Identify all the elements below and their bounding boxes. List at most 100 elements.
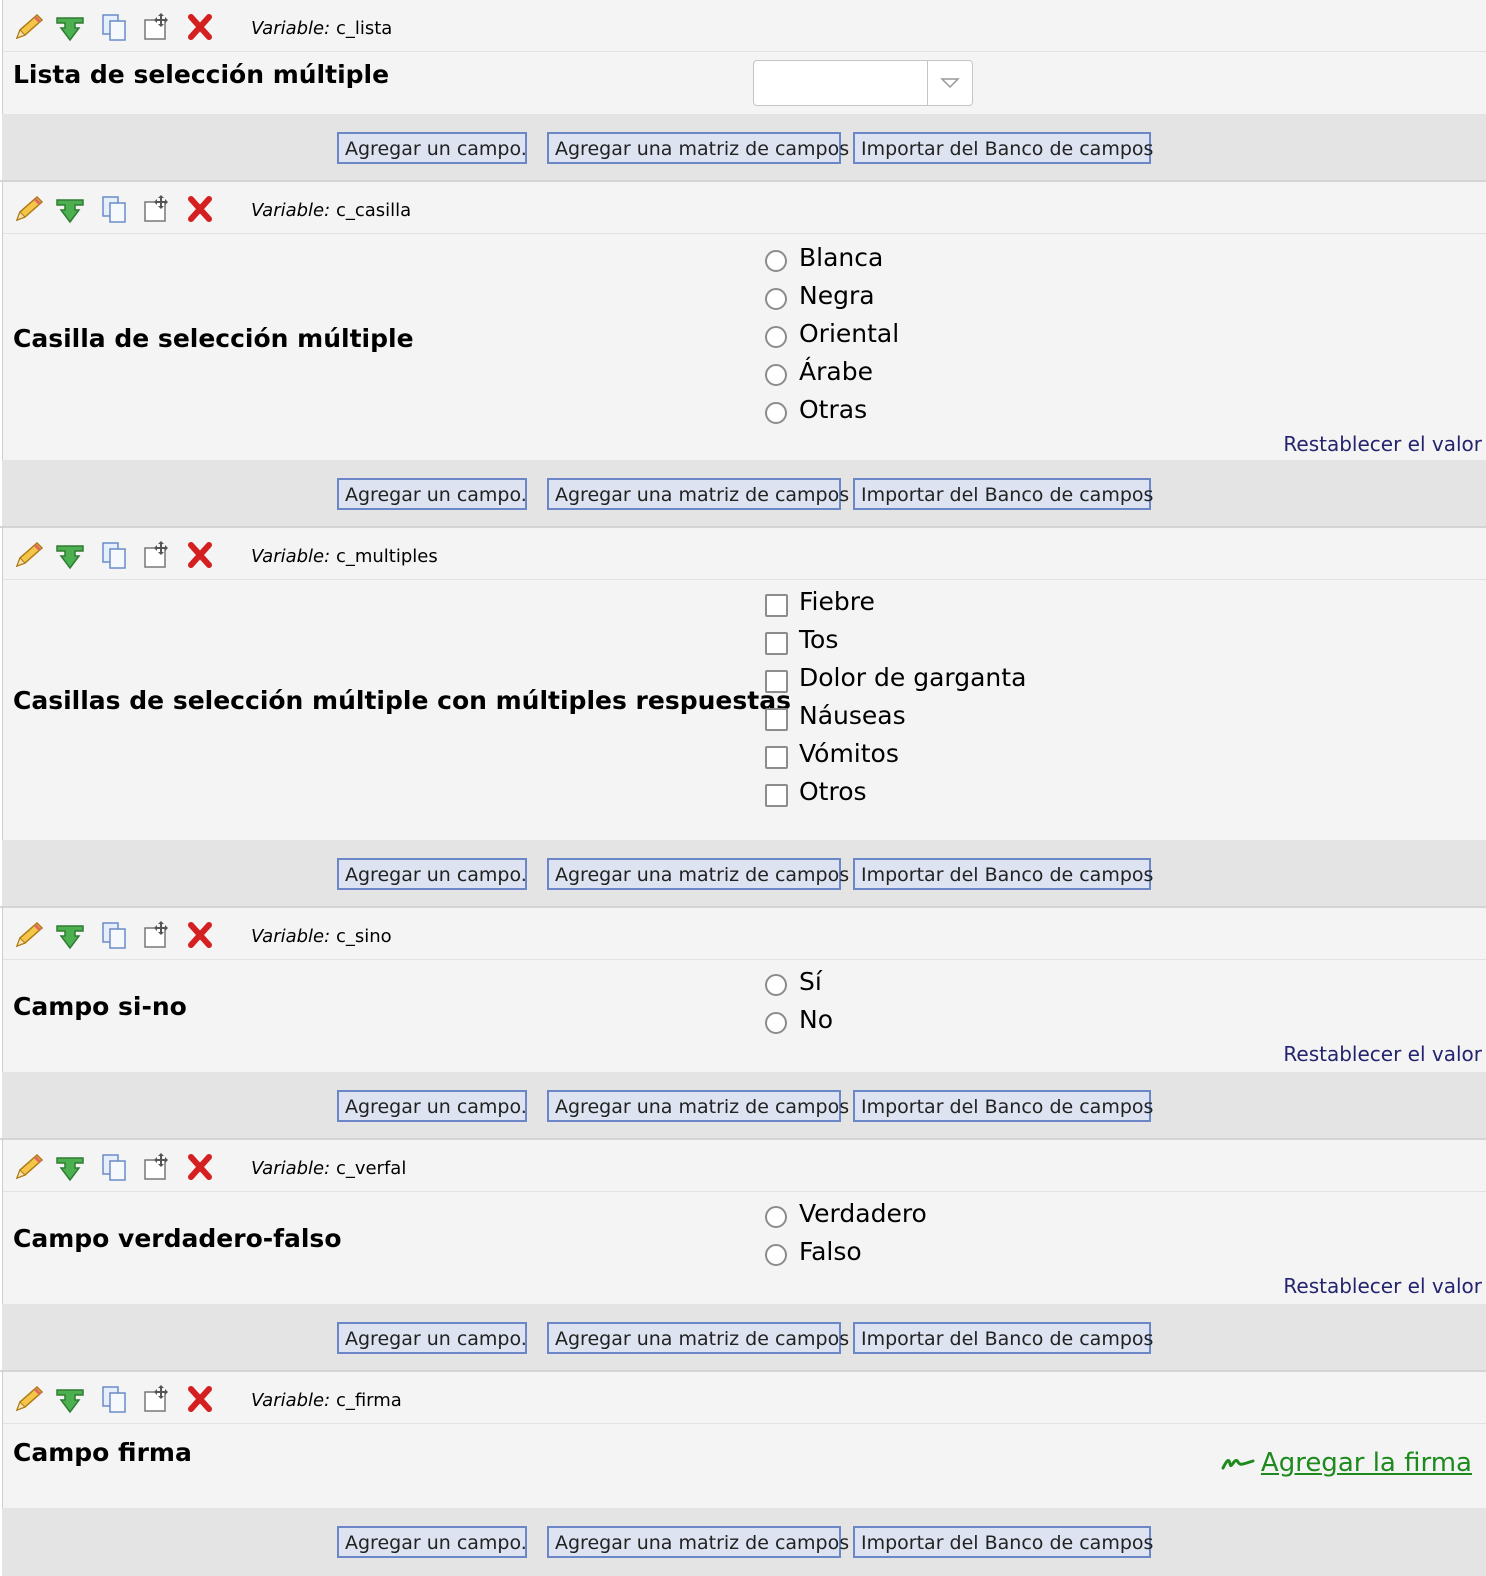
option-label: Sí: [799, 967, 822, 996]
move-icon[interactable]: [139, 1152, 173, 1182]
radio-button[interactable]: [765, 402, 787, 424]
option-label: Oriental: [799, 319, 900, 348]
add-field-button[interactable]: Agregar un campo.: [337, 1090, 527, 1122]
radio-button[interactable]: [765, 1206, 787, 1228]
delete-icon[interactable]: [183, 1152, 217, 1182]
option-label: Verdadero: [799, 1199, 927, 1228]
copy-icon[interactable]: [97, 920, 131, 950]
add-field-button[interactable]: Agregar un campo.: [337, 858, 527, 890]
reset-value-link[interactable]: Restablecer el valor: [1283, 432, 1482, 456]
radio-button[interactable]: [765, 974, 787, 996]
option-label: Otros: [799, 777, 867, 806]
add-matrix-button[interactable]: Agregar una matriz de campos: [547, 858, 849, 890]
import-bank-button[interactable]: Importar del Banco de campos: [853, 478, 1153, 510]
field-toolbar: Variable: c_sino: [3, 908, 1486, 960]
checkbox[interactable]: [765, 594, 788, 617]
branch-icon[interactable]: [53, 1384, 87, 1414]
delete-icon[interactable]: [183, 920, 217, 950]
pencil-icon[interactable]: [11, 920, 45, 950]
add-matrix-button[interactable]: Agregar una matriz de campos: [547, 1526, 849, 1558]
branch-icon[interactable]: [53, 194, 87, 224]
delete-icon[interactable]: [183, 194, 217, 224]
branch-icon[interactable]: [53, 12, 87, 42]
field-label: Campo verdadero-falso: [13, 1224, 342, 1253]
radio-button[interactable]: [765, 364, 787, 386]
move-icon[interactable]: [139, 1384, 173, 1414]
field-label: Campo si-no: [13, 992, 187, 1021]
variable-prefix: Variable:: [251, 18, 331, 39]
variable-prefix: Variable:: [251, 200, 331, 221]
add-matrix-button[interactable]: Agregar una matriz de campos: [547, 1322, 849, 1354]
variable-prefix: Variable:: [251, 926, 331, 947]
option-label: No: [799, 1005, 833, 1034]
import-bank-button[interactable]: Importar del Banco de campos: [853, 132, 1153, 164]
add-signature-link[interactable]: Agregar la firma: [1221, 1448, 1472, 1478]
branch-icon[interactable]: [53, 920, 87, 950]
copy-icon[interactable]: [97, 12, 131, 42]
button-bar: Agregar un campo. Agregar una matriz de …: [2, 114, 1486, 180]
add-signature-label: Agregar la firma: [1260, 1448, 1472, 1478]
pencil-icon[interactable]: [11, 1384, 45, 1414]
pencil-icon[interactable]: [11, 194, 45, 224]
copy-icon[interactable]: [97, 194, 131, 224]
button-bar: Agregar un campo. Agregar una matriz de …: [2, 1304, 1486, 1370]
pencil-icon[interactable]: [11, 12, 45, 42]
branch-icon[interactable]: [53, 1152, 87, 1182]
add-field-button[interactable]: Agregar un campo.: [337, 132, 527, 164]
field-toolbar: Variable: c_multiples: [3, 528, 1486, 580]
pencil-icon[interactable]: [11, 1152, 45, 1182]
checkbox[interactable]: [765, 746, 788, 769]
delete-icon[interactable]: [183, 12, 217, 42]
checkbox[interactable]: [765, 784, 788, 807]
radio-button[interactable]: [765, 1012, 787, 1034]
field-c-multiples: Variable: c_multiples Casillas de selecc…: [2, 528, 1486, 840]
radio-button[interactable]: [765, 288, 787, 310]
field-c-lista: Variable: c_lista Lista de selección múl…: [2, 0, 1486, 114]
add-field-button[interactable]: Agregar un campo.: [337, 1322, 527, 1354]
delete-icon[interactable]: [183, 1384, 217, 1414]
add-matrix-button[interactable]: Agregar una matriz de campos: [547, 132, 849, 164]
field-label: Casilla de selección múltiple: [13, 324, 414, 353]
import-bank-button[interactable]: Importar del Banco de campos: [853, 1526, 1153, 1558]
checkbox[interactable]: [765, 632, 788, 655]
radio-button[interactable]: [765, 250, 787, 272]
import-bank-button[interactable]: Importar del Banco de campos: [853, 1322, 1153, 1354]
dropdown-select[interactable]: [753, 60, 973, 106]
checkbox[interactable]: [765, 708, 788, 731]
field-c-casilla: Variable: c_casilla Casilla de selección…: [2, 182, 1486, 460]
move-icon[interactable]: [139, 12, 173, 42]
radio-button[interactable]: [765, 1244, 787, 1266]
variable-label: Variable: c_casilla: [251, 200, 411, 221]
delete-icon[interactable]: [183, 540, 217, 570]
move-icon[interactable]: [139, 194, 173, 224]
pencil-icon[interactable]: [11, 540, 45, 570]
field-toolbar: Variable: c_casilla: [3, 182, 1486, 234]
option-label: Falso: [799, 1237, 862, 1266]
add-field-button[interactable]: Agregar un campo.: [337, 1526, 527, 1558]
branch-icon[interactable]: [53, 540, 87, 570]
field-c-verfal: Variable: c_verfal Campo verdadero-falso…: [2, 1140, 1486, 1304]
reset-value-link[interactable]: Restablecer el valor: [1283, 1274, 1482, 1298]
variable-label: Variable: c_lista: [251, 18, 392, 39]
variable-name: c_verfal: [335, 1158, 407, 1179]
move-icon[interactable]: [139, 920, 173, 950]
variable-label: Variable: c_sino: [251, 926, 392, 947]
import-bank-button[interactable]: Importar del Banco de campos: [853, 858, 1153, 890]
move-icon[interactable]: [139, 540, 173, 570]
add-field-button[interactable]: Agregar un campo.: [337, 478, 527, 510]
radio-button[interactable]: [765, 326, 787, 348]
copy-icon[interactable]: [97, 1384, 131, 1414]
add-matrix-button[interactable]: Agregar una matriz de campos: [547, 478, 849, 510]
add-matrix-button[interactable]: Agregar una matriz de campos: [547, 1090, 849, 1122]
copy-icon[interactable]: [97, 1152, 131, 1182]
copy-icon[interactable]: [97, 540, 131, 570]
chevron-down-icon[interactable]: [927, 61, 972, 105]
variable-name: c_casilla: [335, 200, 412, 221]
variable-name: c_lista: [335, 18, 393, 39]
option-label: Blanca: [799, 243, 884, 272]
reset-value-link[interactable]: Restablecer el valor: [1283, 1042, 1482, 1066]
import-bank-button[interactable]: Importar del Banco de campos: [853, 1090, 1153, 1122]
button-bar: Agregar un campo. Agregar una matriz de …: [2, 1508, 1486, 1576]
variable-prefix: Variable:: [251, 1158, 331, 1179]
checkbox[interactable]: [765, 670, 788, 693]
